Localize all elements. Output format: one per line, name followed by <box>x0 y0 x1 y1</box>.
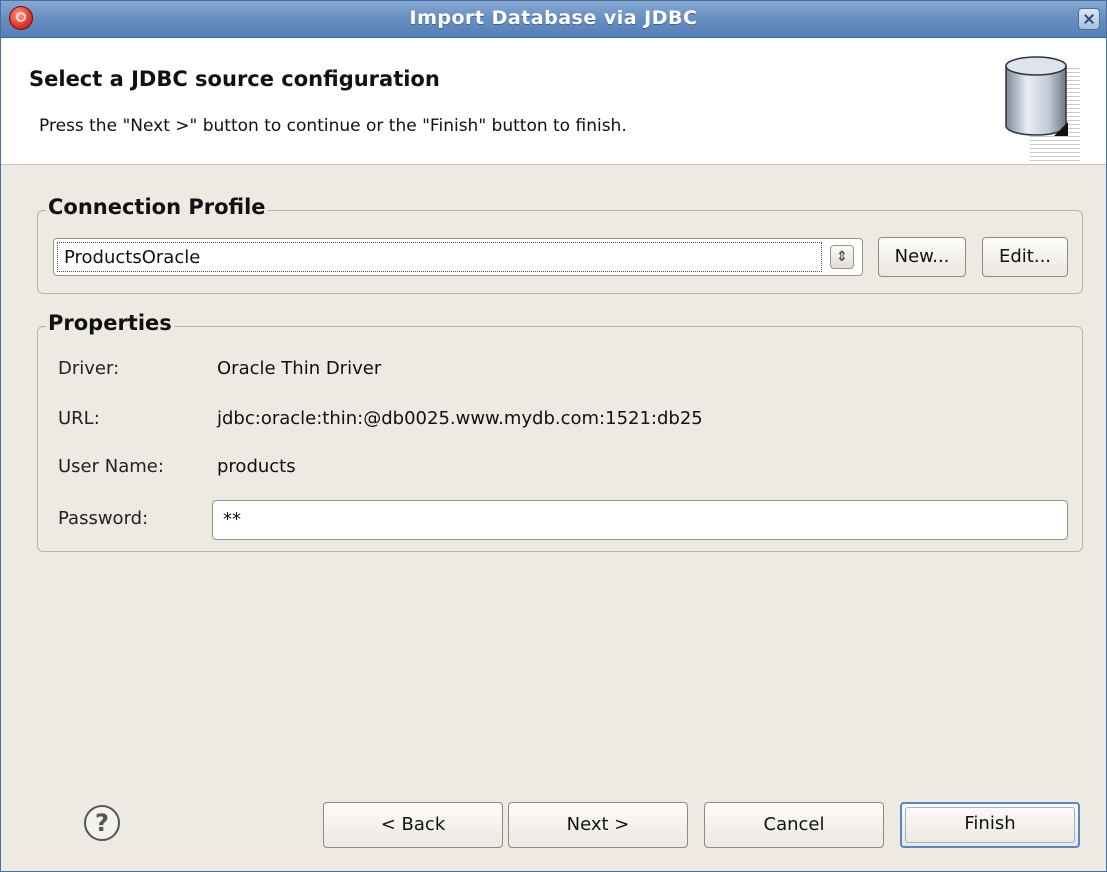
next-button[interactable]: Next > <box>508 802 688 848</box>
properties-group: Properties Driver: Oracle Thin Driver UR… <box>37 311 1083 552</box>
close-icon[interactable] <box>1078 8 1100 30</box>
finish-button[interactable]: Finish <box>900 802 1080 848</box>
back-button[interactable]: < Back <box>323 802 503 848</box>
window-title: Import Database via JDBC <box>409 7 698 29</box>
connection-profile-group: Connection Profile ProductsOracle ⇕ New.… <box>37 195 1083 294</box>
connection-profile-select[interactable]: ProductsOracle ⇕ <box>53 238 863 276</box>
password-field[interactable]: ** <box>212 500 1068 540</box>
connection-profile-value: ProductsOracle <box>64 247 201 268</box>
wizard-header: Select a JDBC source configuration Press… <box>1 38 1106 165</box>
page-description: Press the "Next >" button to continue or… <box>39 116 627 136</box>
help-icon[interactable]: ? <box>84 805 120 841</box>
driver-value: Oracle Thin Driver <box>217 358 382 379</box>
properties-legend: Properties <box>46 311 174 335</box>
title-bar[interactable]: Import Database via JDBC <box>1 1 1106 38</box>
user-name-label: User Name: <box>58 456 164 477</box>
dialog-window: Import Database via JDBC Select a JDBC s… <box>0 0 1107 872</box>
user-name-value: products <box>217 456 296 477</box>
password-value: ** <box>223 509 241 530</box>
database-banner <box>996 48 1086 164</box>
page-title: Select a JDBC source configuration <box>29 67 440 91</box>
edit-profile-button[interactable]: Edit... <box>982 237 1068 277</box>
new-profile-button[interactable]: New... <box>878 237 966 277</box>
updown-arrow-icon[interactable]: ⇕ <box>830 245 854 269</box>
url-value: jdbc:oracle:thin:@db0025.www.mydb.com:15… <box>217 408 703 429</box>
url-label: URL: <box>58 408 100 429</box>
cancel-button[interactable]: Cancel <box>704 802 884 848</box>
password-label: Password: <box>58 508 149 529</box>
connection-profile-legend: Connection Profile <box>46 195 268 219</box>
database-icon <box>1005 56 1068 136</box>
driver-label: Driver: <box>58 358 120 379</box>
